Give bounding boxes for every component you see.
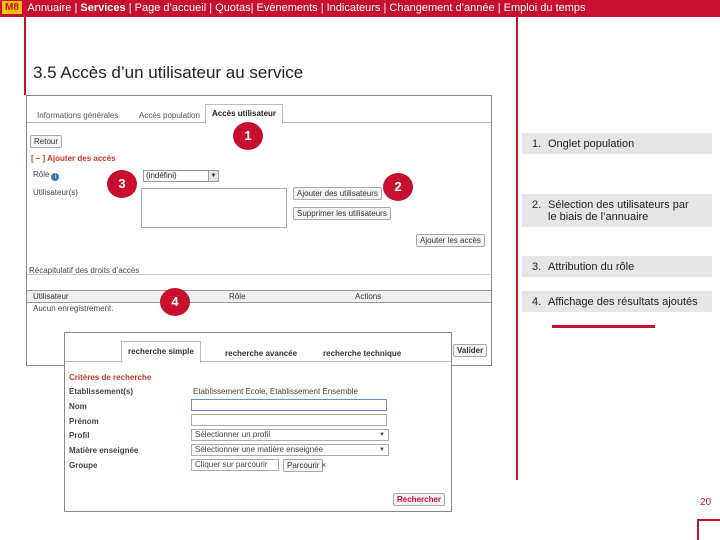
dropdown-arrow-icon[interactable]: ▼	[208, 171, 218, 181]
field-label-etablissement: Etablissement(s)	[69, 387, 134, 396]
nav-services[interactable]: Services	[80, 2, 125, 14]
frame-line-left	[24, 17, 26, 95]
step-1-text: Onglet population	[548, 138, 635, 150]
browse-button[interactable]: Parcourir	[283, 459, 324, 472]
tab-recherche-simple[interactable]: recherche simple	[121, 341, 201, 363]
validate-button[interactable]: Valider	[453, 344, 488, 357]
step-2-number: 2.	[532, 199, 542, 211]
step-3-text: Attribution du rôle	[548, 261, 635, 273]
tab-recherche-technique[interactable]: recherche technique	[317, 346, 407, 361]
search-tab-bar: recherche simple recherche avancée reche…	[65, 341, 451, 363]
users-listbox[interactable]	[141, 188, 287, 228]
profil-select[interactable]: Sélectionner un profil ▼	[191, 429, 389, 441]
matiere-select[interactable]: Sélectionner une matière enseignée ▼	[191, 444, 389, 456]
search-button[interactable]: Rechercher	[393, 493, 446, 506]
brand-logo[interactable]: M8	[2, 1, 22, 14]
dropdown-arrow-icon: ▼	[379, 432, 385, 438]
users-label: Utilisateur(s)	[33, 188, 78, 197]
table-row: Aucun enregistrement.	[27, 303, 491, 315]
step-underline	[552, 325, 655, 328]
role-select[interactable]: (indéfini) ▼	[143, 170, 219, 182]
tab-informations-generales[interactable]: Informations générales	[31, 108, 124, 123]
nav-changement-annee[interactable]: Changement d’année	[389, 2, 494, 14]
add-access-button[interactable]: Ajouter les accès	[416, 234, 485, 247]
step-1: 1. Onglet population	[522, 133, 712, 154]
nav-emploi-du-temps[interactable]: | Emploi du temps	[498, 2, 586, 14]
role-label: Rôle i	[33, 170, 60, 181]
step-4-number: 4.	[532, 296, 542, 308]
step-marker-4: 4	[160, 288, 190, 316]
add-users-button[interactable]: Ajouter des utilisateurs	[293, 187, 382, 200]
add-access-toggle[interactable]: [ – ] Ajouter des accès	[31, 154, 116, 163]
clear-icon[interactable]: ×	[321, 460, 326, 470]
nav-annuaire[interactable]: Annuaire |	[27, 2, 77, 14]
recap-title: Récapitulatif des droits d’accès	[29, 266, 140, 275]
criteria-title: Critères de recherche	[69, 373, 152, 382]
tab-recherche-avancee[interactable]: recherche avancée	[219, 346, 303, 361]
step-2-text: Sélection des utilisateurs par le biais …	[548, 199, 689, 223]
field-label-nom: Nom	[69, 402, 87, 411]
access-table: Utilisateur Rôle Actions Aucun enregistr…	[27, 290, 491, 315]
frame-line-right	[516, 17, 518, 480]
column-utilisateur: Utilisateur	[33, 292, 69, 301]
page-number: 20	[700, 497, 712, 508]
nav-other-items[interactable]: | Page d’accueil | Quotas| Evènements | …	[129, 2, 387, 14]
matiere-select-value: Sélectionner une matière enseignée	[195, 445, 324, 454]
field-label-profil: Profil	[69, 431, 90, 440]
remove-users-button[interactable]: Supprimer les utilisateurs	[293, 207, 391, 220]
step-4: 4. Affichage des résultats ajoutés	[522, 291, 712, 312]
groupe-field-value: Cliquer sur parcourir	[195, 460, 268, 469]
tab-acces-utilisateur[interactable]: Accès utilisateur	[205, 104, 284, 124]
column-actions: Actions	[355, 292, 382, 301]
step-marker-2: 2	[383, 173, 413, 201]
dropdown-arrow-icon: ▼	[379, 447, 385, 453]
slide-title: 3.5 Accès d’un utilisateur au service	[33, 63, 304, 82]
tab-bar: Informations générales Accès population …	[27, 104, 491, 124]
frame-corner-horizontal	[697, 519, 720, 521]
nom-input[interactable]	[191, 399, 387, 411]
step-3: 3. Attribution du rôle	[522, 256, 712, 277]
groupe-field[interactable]: Cliquer sur parcourir	[191, 459, 279, 471]
prenom-input[interactable]	[191, 414, 387, 426]
step-1-number: 1.	[532, 138, 542, 150]
back-button[interactable]: Retour	[30, 135, 63, 148]
empty-row-text: Aucun enregistrement.	[33, 304, 114, 313]
profil-select-value: Sélectionner un profil	[195, 430, 271, 439]
column-role: Rôle	[229, 292, 246, 301]
etablissement-value: Etablissement Ecole, Etablissement Ensem…	[193, 387, 358, 396]
tab-acces-population[interactable]: Accès population	[133, 108, 206, 123]
field-label-groupe: Groupe	[69, 461, 98, 470]
step-4-text: Affichage des résultats ajoutés	[548, 296, 698, 308]
search-popup-screenshot: recherche simple recherche avancée reche…	[64, 332, 452, 512]
step-3-number: 3.	[532, 261, 542, 273]
frame-corner-vertical	[697, 520, 699, 540]
role-label-text: Rôle	[33, 170, 50, 179]
step-2: 2. Sélection des utilisateurs par le biai…	[522, 194, 712, 227]
field-label-prenom: Prénom	[69, 417, 99, 426]
step-marker-3: 3	[107, 170, 137, 198]
role-select-value: (indéfini)	[146, 171, 177, 180]
info-icon[interactable]: i	[51, 173, 60, 181]
table-header: Utilisateur Rôle Actions	[27, 290, 491, 303]
step-marker-1: 1	[233, 122, 263, 150]
field-label-matiere: Matière enseignée	[69, 446, 139, 455]
top-navigation-bar: M8 Annuaire | Services | Page d’accueil …	[0, 0, 720, 17]
